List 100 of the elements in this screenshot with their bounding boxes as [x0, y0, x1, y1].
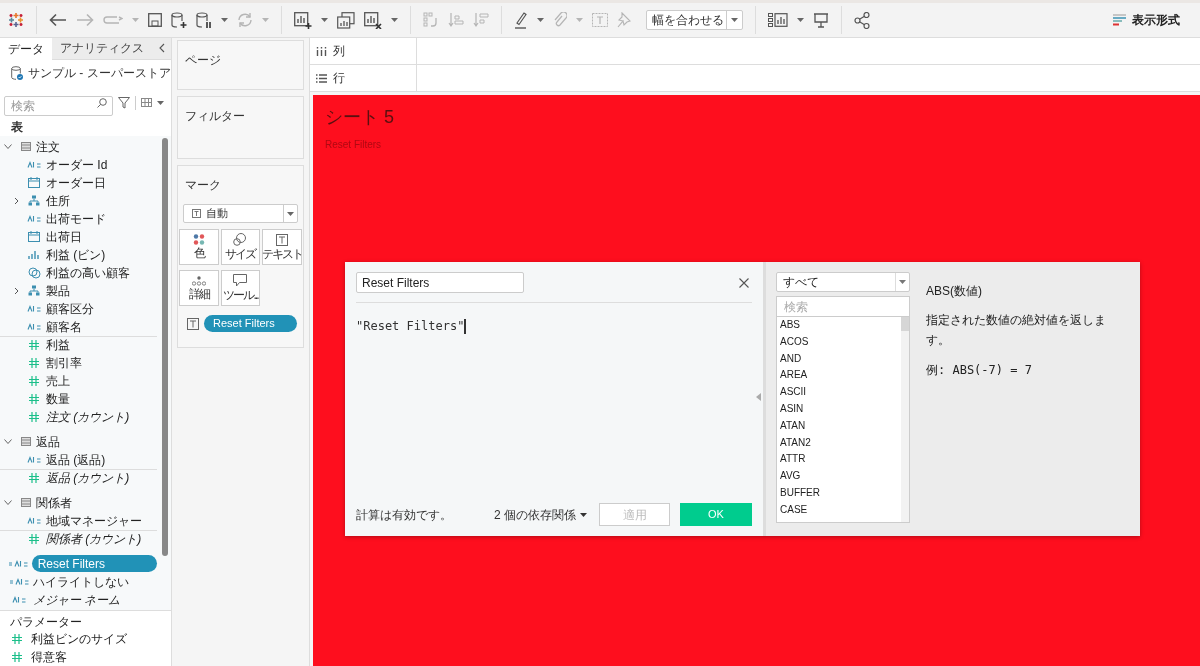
field-item[interactable]: 売上 [45, 371, 71, 390]
caret-icon[interactable] [157, 100, 164, 105]
close-icon[interactable] [739, 277, 749, 288]
card-title: ページ [185, 53, 221, 67]
highlight-pen-icon[interactable] [514, 11, 528, 29]
field-item[interactable]: 得意客 [30, 648, 68, 666]
function-item[interactable]: AVG [777, 468, 901, 485]
field-pill[interactable]: Reset Filters [204, 315, 297, 332]
category-dropdown[interactable]: すべて [776, 272, 910, 292]
field-item[interactable]: 利益の高い顧客 [45, 263, 131, 282]
rows-shelf-icon [316, 73, 327, 83]
mark-type-dropdown[interactable]: 自動 [183, 204, 298, 223]
datasource-icon[interactable] [11, 65, 23, 80]
text-cursor [464, 318, 467, 334]
field-item[interactable]: 関係者 (カウント) [45, 530, 143, 549]
caret-icon[interactable] [797, 18, 804, 22]
add-datasource-icon[interactable] [171, 11, 187, 29]
function-item[interactable]: ATAN2 [777, 434, 901, 452]
caret-icon[interactable] [287, 211, 294, 216]
field-item[interactable]: 顧客名 [45, 317, 83, 336]
field-item[interactable]: 住所 [45, 191, 71, 210]
function-item[interactable]: AND [777, 350, 901, 368]
field-item[interactable]: 数量 [45, 389, 71, 408]
function-item[interactable]: BUFFER [777, 484, 901, 502]
caret-icon[interactable] [731, 18, 738, 22]
function-item[interactable]: ATTR [777, 451, 901, 469]
shelf-label: 列 [333, 43, 345, 60]
logo-icon[interactable] [8, 12, 24, 28]
grid-view-icon[interactable] [141, 98, 152, 108]
name-field[interactable]: Reset Filters [356, 272, 524, 293]
caret-icon[interactable] [537, 18, 544, 22]
field-item[interactable]: 返品 (返品) [45, 450, 107, 469]
text-mark-icon [187, 317, 199, 330]
scrollbar-thumb[interactable] [162, 137, 168, 556]
calendar-icon [28, 231, 40, 243]
table-name[interactable]: 返品 [36, 432, 60, 451]
back-arrow-icon[interactable] [49, 13, 67, 27]
number-sign-icon [29, 340, 39, 351]
mark-property-button[interactable]: 詳細 [179, 270, 219, 306]
field-item[interactable]: 出荷モード [45, 209, 107, 228]
function-item[interactable]: ASCII [777, 384, 901, 401]
table-name[interactable]: 注文 [36, 137, 60, 156]
search-field[interactable]: 検索 [4, 95, 113, 116]
caret-icon[interactable] [580, 512, 587, 517]
function-item[interactable]: ASIN [777, 401, 901, 418]
function-item[interactable]: ATAN [777, 417, 901, 435]
expand-chevron-icon[interactable] [14, 286, 19, 295]
histogram-icon [28, 250, 40, 260]
field-item[interactable]: メジャー ネーム [32, 590, 122, 609]
panel-tab[interactable]: データ [0, 38, 52, 60]
field-item[interactable]: 製品 [45, 281, 71, 300]
formula-editor[interactable]: "Reset Filters" [356, 303, 752, 503]
show-me-icon [1113, 14, 1126, 26]
paperclip-icon[interactable] [553, 12, 567, 28]
field-item[interactable]: 利益 [45, 336, 71, 355]
mark-property-button[interactable]: 色 [179, 229, 219, 265]
share-icon[interactable] [854, 11, 870, 29]
caret-icon[interactable] [221, 18, 228, 22]
duplicate-sheet-icon[interactable] [337, 11, 355, 29]
field-item[interactable]: 利益ビンのサイズ [30, 630, 128, 648]
caret-icon[interactable] [391, 18, 398, 22]
mark-property-button[interactable]: サイズ [220, 229, 261, 265]
filter-icon[interactable] [118, 96, 130, 109]
shelf-label: 行 [333, 70, 345, 87]
field-item[interactable]: 顧客区分 [45, 299, 95, 318]
function-item[interactable]: AREA [777, 367, 901, 385]
field-item[interactable]: ハイライトしない [32, 572, 130, 591]
mark-property-button[interactable]: ツール... [220, 270, 261, 306]
show-cards-icon[interactable] [768, 13, 788, 27]
field-item[interactable]: 割引率 [45, 353, 83, 372]
presentation-icon[interactable] [813, 12, 829, 28]
scrollbar-thumb[interactable] [901, 317, 909, 331]
text-mark-icon [192, 209, 201, 218]
new-worksheet-icon[interactable] [294, 11, 312, 29]
mark-property-button[interactable]: テキスト [262, 229, 302, 265]
show-me-button[interactable]: 表示形式 [1113, 11, 1192, 29]
save-icon[interactable] [148, 13, 162, 27]
pause-datasource-icon[interactable] [196, 11, 212, 29]
dependencies-button[interactable]: 2 個の依存関係 [494, 505, 587, 524]
field-item[interactable]: 利益 (ビン) [45, 245, 107, 264]
field-item[interactable]: 返品 (カウント) [45, 469, 131, 488]
clear-sheet-icon[interactable] [364, 11, 382, 29]
function-item[interactable]: ACOS [777, 333, 901, 351]
field-item[interactable]: オーダー Id [45, 155, 109, 174]
field-item[interactable]: 出荷日 [45, 227, 83, 246]
expand-chevron-icon[interactable] [4, 500, 12, 506]
function-item[interactable]: ABS [777, 317, 901, 334]
expand-chevron-icon[interactable] [4, 439, 12, 445]
fit-dropdown[interactable]: 幅を合わせる [646, 10, 743, 30]
field-item[interactable]: 地域マネージャー [45, 511, 143, 530]
field-item[interactable]: Reset Filters [31, 555, 157, 573]
expand-chevron-icon[interactable] [4, 144, 12, 150]
text-field-icon [27, 304, 41, 313]
expand-chevron-icon[interactable] [14, 196, 19, 205]
function-item[interactable]: CASE [777, 501, 901, 519]
table-name[interactable]: 関係者 [36, 493, 72, 512]
field-item[interactable]: 注文 (カウント) [45, 407, 131, 426]
collapse-chevron-icon[interactable] [159, 43, 165, 54]
caret-icon[interactable] [321, 18, 328, 22]
field-item[interactable]: オーダー日 [45, 173, 107, 192]
